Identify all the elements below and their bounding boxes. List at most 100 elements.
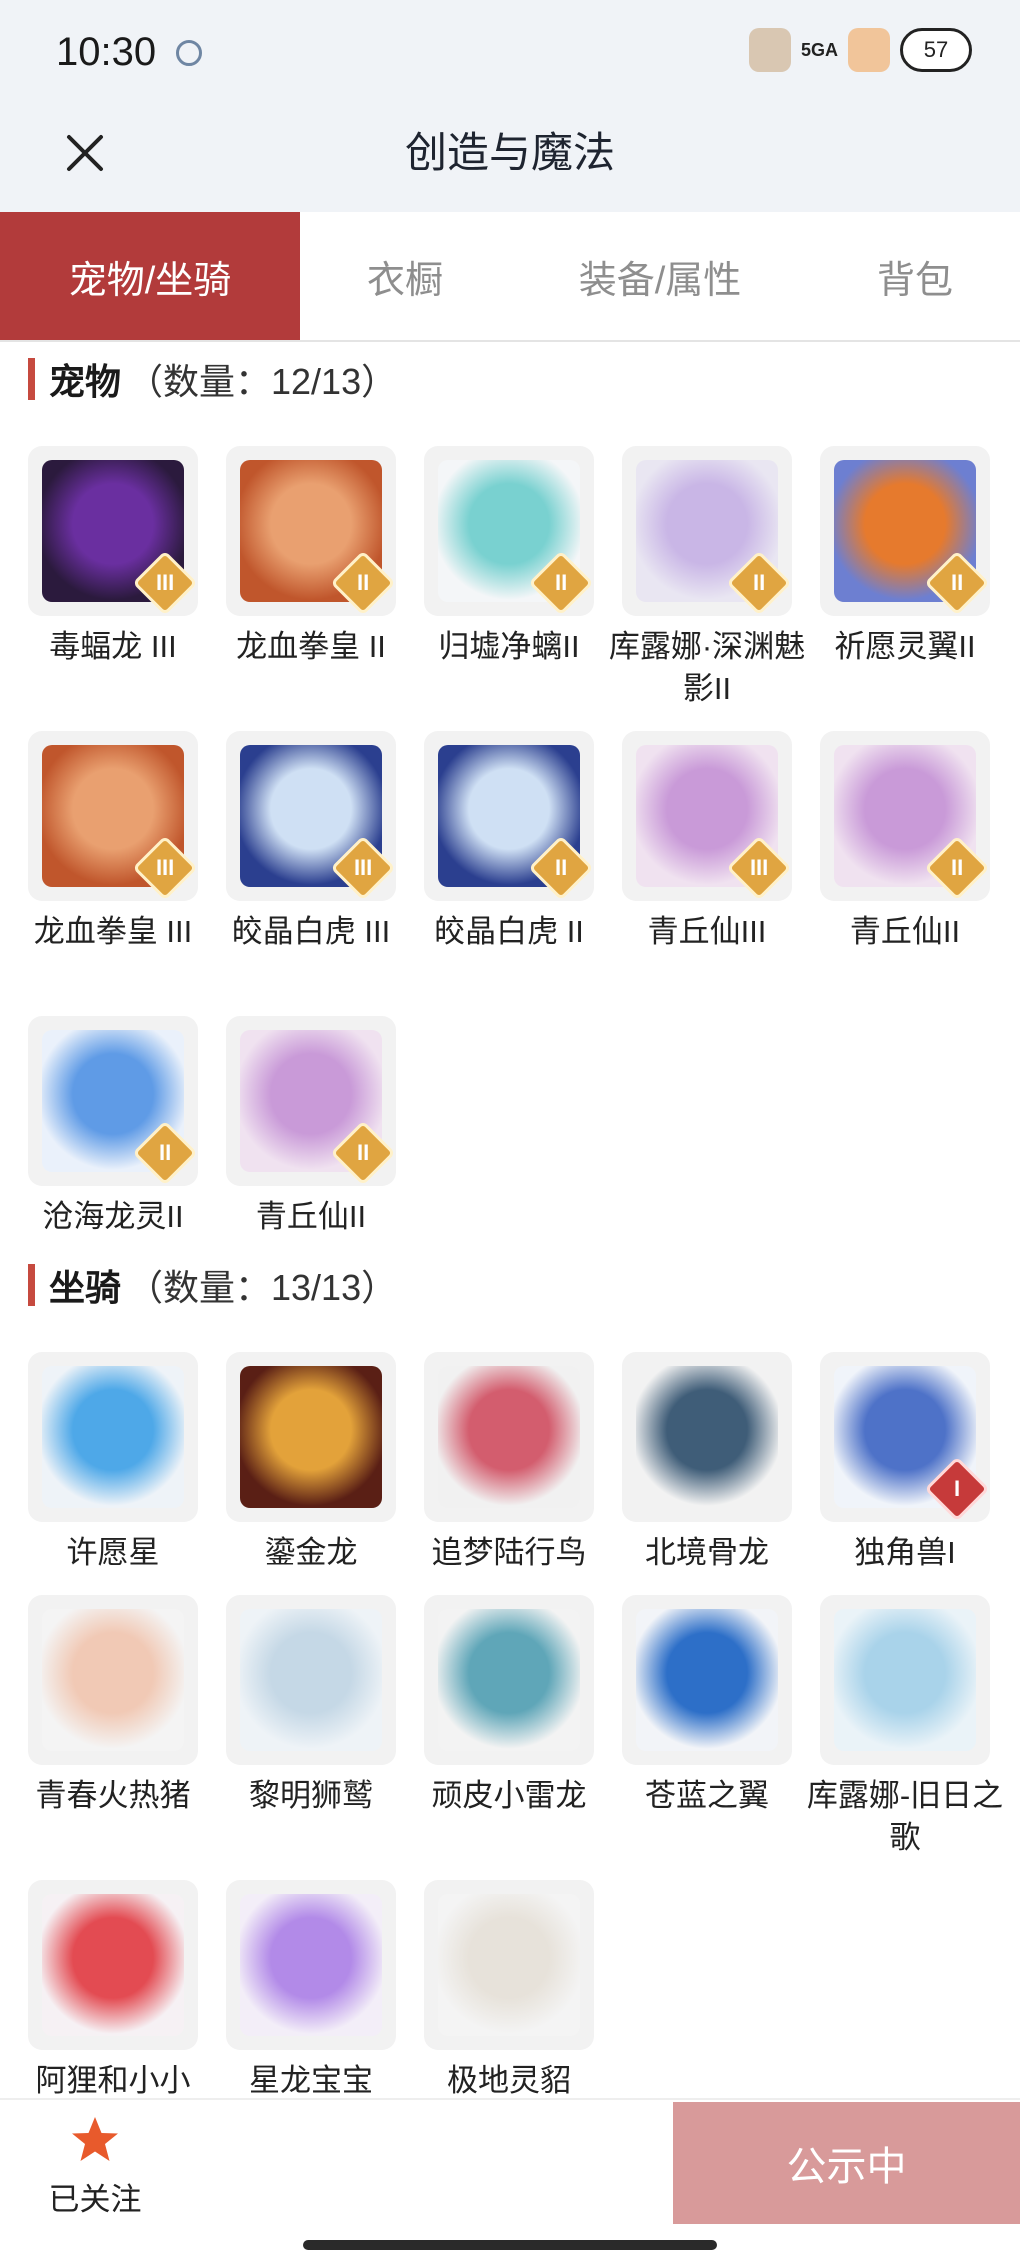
tab-wardrobe[interactable]: 衣橱 — [300, 212, 510, 340]
pets-item-label: 青丘仙II — [255, 1199, 367, 1234]
mounts-item[interactable]: 青春火热猪 — [28, 1595, 198, 1817]
mounts-item[interactable]: 极地灵貂 — [424, 1880, 594, 2098]
grade-badge-label: II — [752, 569, 766, 595]
pets-item[interactable]: III 毒蝠龙 III — [28, 446, 198, 668]
pets-item[interactable]: II 库露娜·深渊魅影II — [609, 446, 805, 710]
pets-item-label: 皎晶白虎 II — [434, 914, 584, 949]
mounts-item-label: 许愿星 — [66, 1535, 160, 1570]
mounts-item[interactable]: 鎏金龙 — [226, 1352, 396, 1574]
pets-thumbnail: III — [28, 731, 198, 901]
tab-backpack[interactable]: 背包 — [810, 212, 1020, 340]
mounts-item-label: 星龙宝宝 — [249, 2063, 373, 2098]
tab-pets-mounts[interactable]: 宠物/坐骑 — [0, 212, 300, 340]
section-count: （数量：12/13） — [127, 361, 398, 402]
pets-item[interactable]: III 皎晶白虎 III — [226, 731, 396, 953]
status-bar: 10:30 5GA 57 — [0, 0, 1020, 110]
mounts-item-label: 极地灵貂 — [447, 2063, 571, 2098]
pets-item-label: 沧海龙灵II — [42, 1199, 184, 1234]
mounts-thumbnail — [424, 1595, 594, 1765]
green-dino-icon — [438, 1609, 580, 1751]
mounts-thumbnail — [226, 1595, 396, 1765]
section-accent-bar — [28, 1264, 35, 1306]
pets-item[interactable]: II 归墟净螭II — [424, 446, 594, 668]
grade-badge-label: II — [554, 854, 568, 880]
mounts-item[interactable]: 星龙宝宝 — [226, 1880, 396, 2098]
mounts-item-label: 顽皮小雷龙 — [431, 1778, 587, 1813]
pets-item[interactable]: III 青丘仙III — [622, 731, 792, 953]
mounts-thumbnail — [424, 1352, 594, 1522]
headphone-bird-icon — [438, 1366, 580, 1508]
home-indicator — [303, 2240, 717, 2250]
mounts-item[interactable]: 北境骨龙 — [622, 1352, 792, 1574]
follow-button[interactable]: 已关注 — [40, 2114, 150, 2244]
mounts-item[interactable]: 追梦陆行鸟 — [424, 1352, 594, 1574]
pets-item[interactable]: II 青丘仙II — [226, 1016, 396, 1238]
pets-item[interactable]: II 沧海龙灵II — [28, 1016, 198, 1238]
pets-thumbnail: II — [622, 446, 792, 616]
grade-badge-label: II — [554, 569, 568, 595]
public-notice-button[interactable]: 公示中 — [673, 2102, 1020, 2224]
ali-fox-icon — [42, 1894, 184, 2036]
pets-item[interactable]: II 青丘仙II — [820, 731, 990, 953]
pets-thumbnail: III — [28, 446, 198, 616]
pets-section-header: 宠物 （数量：12/13） — [28, 354, 397, 404]
network-indicator: 5GA — [800, 40, 838, 60]
grade-badge-label: II — [356, 1139, 370, 1165]
pets-item-label: 龙血拳皇 III — [33, 914, 193, 949]
pets-item-label: 青丘仙III — [647, 914, 767, 949]
pets-thumbnail: II — [820, 731, 990, 901]
notification-app-icon — [176, 40, 202, 66]
pets-thumbnail: III — [226, 731, 396, 901]
content-scroll-area[interactable]: 宠物 （数量：12/13） III 毒蝠龙 III II 龙血拳皇 II II 归墟净螭I… — [0, 344, 1020, 2098]
cat-sticker-icon — [848, 28, 890, 72]
mounts-item[interactable]: 库露娜-旧日之歌 — [807, 1595, 1003, 1859]
mounts-item[interactable]: I 独角兽I — [820, 1352, 990, 1574]
tab-bar: 宠物/坐骑 衣橱 装备/属性 背包 — [0, 212, 1020, 342]
sticker-icon — [748, 28, 791, 72]
mounts-item-label: 库露娜-旧日之歌 — [806, 1778, 1004, 1855]
grade-badge-label: III — [155, 570, 175, 595]
mounts-item-label: 北境骨龙 — [645, 1535, 769, 1570]
mounts-item[interactable]: 黎明狮鹫 — [226, 1595, 396, 1817]
mounts-thumbnail — [226, 1352, 396, 1522]
griffin-icon — [240, 1609, 382, 1751]
pets-item-label: 归墟净螭II — [438, 629, 580, 664]
mounts-item-label: 阿狸和小小 — [35, 2063, 191, 2098]
mounts-item-label: 独角兽I — [854, 1535, 956, 1570]
pets-thumbnail: II — [424, 446, 594, 616]
battery-icon: 57 — [900, 28, 972, 72]
pets-item[interactable]: II 祈愿灵翼II — [820, 446, 990, 668]
star-icon — [72, 2117, 118, 2161]
page-header: 创造与魔法 — [0, 110, 1020, 212]
mounts-thumbnail — [28, 1595, 198, 1765]
pets-thumbnail: II — [820, 446, 990, 616]
pets-item-label: 皎晶白虎 III — [231, 914, 391, 949]
blue-bird-icon — [636, 1609, 778, 1751]
grade-badge-label: II — [950, 569, 964, 595]
pets-item[interactable]: III 龙血拳皇 III — [28, 731, 198, 953]
grade-badge-label: III — [155, 855, 175, 880]
blue-star-icon — [42, 1366, 184, 1508]
page-title: 创造与魔法 — [404, 129, 615, 176]
mounts-thumbnail — [226, 1880, 396, 2050]
mounts-section-header: 坐骑 （数量：13/13） — [28, 1260, 397, 1310]
pets-thumbnail: II — [28, 1016, 198, 1186]
mounts-item[interactable]: 许愿星 — [28, 1352, 198, 1574]
mounts-thumbnail — [424, 1880, 594, 2050]
mounts-thumbnail — [820, 1595, 990, 1765]
status-icons: 5GA 57 — [748, 28, 972, 72]
mounts-thumbnail: I — [820, 1352, 990, 1522]
mounts-item[interactable]: 苍蓝之翼 — [622, 1595, 792, 1817]
tab-equipment-attributes[interactable]: 装备/属性 — [510, 212, 810, 340]
bottom-action-bar: 已关注 公示中 — [0, 2098, 1020, 2267]
pets-item[interactable]: II 皎晶白虎 II — [424, 731, 594, 953]
mounts-item[interactable]: 顽皮小雷龙 — [424, 1595, 594, 1817]
pets-item[interactable]: II 龙血拳皇 II — [226, 446, 396, 668]
mounts-item[interactable]: 阿狸和小小 — [28, 1880, 198, 2098]
pets-thumbnail: II — [226, 446, 396, 616]
pets-thumbnail: II — [424, 731, 594, 901]
grade-badge-label: I — [953, 1476, 961, 1501]
pets-item-label: 祈愿灵翼II — [834, 629, 976, 664]
mounts-item-label: 苍蓝之翼 — [645, 1778, 769, 1813]
follow-label: 已关注 — [48, 2182, 142, 2217]
